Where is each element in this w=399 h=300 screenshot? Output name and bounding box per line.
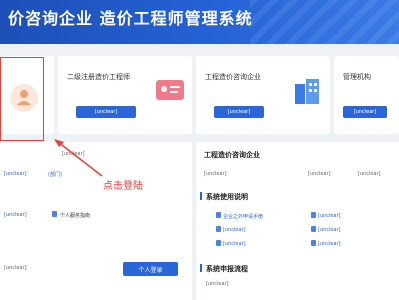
note-text: [unclear] — [4, 265, 27, 271]
right-info-panel: 工程造价咨询企业 [unclear] [unclear] [unclear] 系… — [196, 142, 399, 300]
document-icon — [311, 240, 316, 246]
document-icon — [52, 211, 57, 217]
enterprise-card[interactable]: 工程造价咨询企业 [unclear] — [196, 56, 330, 134]
guide-link-2[interactable]: 个人服务指南 — [60, 212, 90, 219]
banner-decoration — [250, 0, 330, 44]
process-section-title: 系统申报流程 — [206, 265, 248, 273]
engineer-login-button[interactable]: [unclear] — [76, 106, 136, 118]
column-a: [unclear] — [4, 171, 27, 177]
enterprise-sub-1: [unclear] — [204, 171, 227, 177]
document-icon — [216, 240, 221, 246]
manual-section-title: 系统使用说明 — [206, 193, 248, 201]
document-icon — [216, 212, 221, 218]
document-icon — [216, 226, 221, 232]
highlight-box — [0, 57, 44, 141]
process-line: [unclear] — [206, 281, 229, 287]
id-card-icon — [156, 80, 184, 100]
building-icon — [295, 79, 319, 104]
management-login-button[interactable]: [unclear] — [343, 106, 387, 118]
engineer-card[interactable]: 二级注册造价工程师 [unclear] — [58, 56, 192, 134]
enterprise-sub-2: [unclear] — [308, 171, 331, 177]
system-title: 价咨询企业 造价工程师管理系统 — [8, 9, 253, 28]
manual-item[interactable]: [unclear] — [318, 227, 341, 233]
manual-item[interactable]: [unclear] — [318, 213, 341, 219]
guide-link-1[interactable]: [unclear] — [4, 212, 27, 218]
management-card-title: 管理机构 — [343, 73, 371, 81]
section-marker — [200, 192, 202, 200]
enterprise-section-title: 工程造价咨询企业 — [204, 151, 260, 159]
manual-item[interactable]: [unclear] — [223, 227, 246, 233]
engineer-card-title: 二级注册造价工程师 — [67, 73, 130, 81]
annotation-arrow-icon — [54, 139, 103, 177]
enterprise-login-button[interactable]: [unclear] — [214, 106, 264, 118]
personal-login-button[interactable]: 个人登录 — [123, 262, 178, 276]
document-icon — [311, 212, 316, 218]
manual-item[interactable]: 企业之外申请手册 — [223, 213, 263, 220]
section-marker — [200, 264, 202, 272]
banner-decoration — [330, 0, 399, 44]
manual-item[interactable]: [unclear] — [223, 241, 246, 247]
document-icon — [311, 226, 316, 232]
enterprise-sub-3: [unclear] — [358, 171, 381, 177]
annotation-text: 点击登陆 — [103, 181, 143, 192]
enterprise-card-title: 工程造价咨询企业 — [205, 73, 261, 81]
header-banner: 价咨询企业 造价工程师管理系统 — [0, 0, 399, 44]
management-card[interactable]: 管理机构 [unclear] — [334, 56, 399, 134]
manual-item[interactable]: [unclear] — [318, 241, 341, 247]
